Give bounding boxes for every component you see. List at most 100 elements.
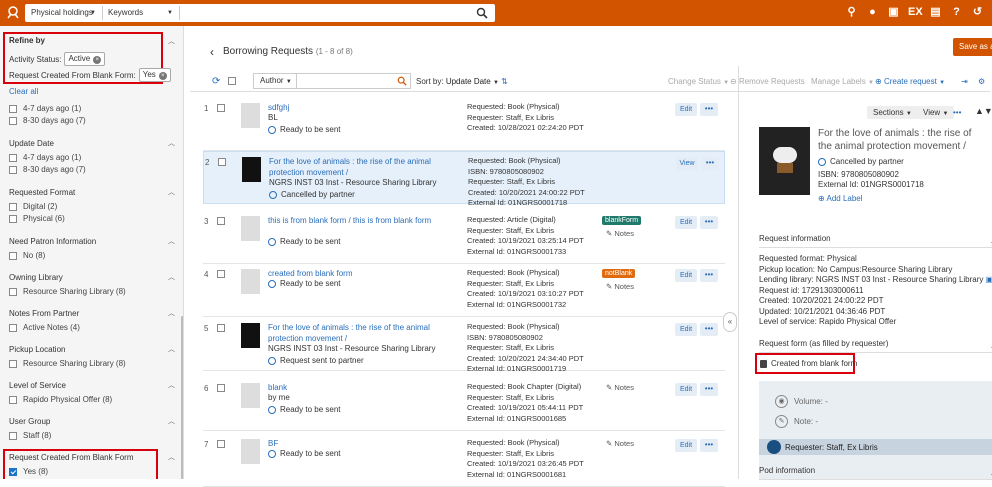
row-checkbox[interactable] — [217, 324, 225, 332]
row-title-link[interactable]: sdfghj — [268, 102, 458, 113]
row-checkbox[interactable] — [218, 158, 226, 166]
more-actions-icon[interactable]: ••• — [700, 216, 718, 229]
checkbox[interactable] — [9, 288, 17, 296]
notes-indicator[interactable]: ✎ Notes — [606, 383, 634, 392]
clear-all-link[interactable]: Clear all — [9, 87, 38, 96]
prev-next-icon[interactable]: ▲▼ — [975, 106, 992, 116]
view-dropdown[interactable]: View ▼ — [917, 106, 955, 119]
search-field-dropdown[interactable]: Keywords ▼ — [104, 6, 180, 20]
checkbox[interactable] — [9, 432, 17, 440]
help-icon[interactable]: ? — [950, 6, 963, 19]
facet-option[interactable]: No (8) — [9, 250, 177, 262]
collapse-chevron-icon[interactable]: ︿ — [168, 272, 175, 284]
facet-option[interactable]: Digital (2) — [9, 201, 177, 213]
facet-option[interactable]: Yes (8) — [9, 466, 177, 478]
more-actions-icon[interactable]: ••• — [700, 269, 718, 282]
more-actions-icon[interactable]: ••• — [700, 383, 718, 396]
checkbox-checked[interactable] — [9, 468, 17, 476]
row-title-link[interactable]: created from blank form — [268, 268, 458, 279]
facet-option[interactable]: Staff (8) — [9, 430, 177, 442]
add-label-link[interactable]: ⊕ Add Label — [818, 194, 863, 203]
checkbox[interactable] — [9, 396, 17, 404]
facet-option[interactable]: Resource Sharing Library (8) — [9, 358, 177, 370]
label-tag[interactable]: notBlank — [602, 269, 636, 278]
facet-option[interactable]: 4-7 days ago (1) — [9, 103, 177, 115]
library-card-icon[interactable]: ▣ — [986, 275, 992, 284]
collapse-chevron-icon[interactable]: ︿ — [168, 138, 175, 150]
location-icon[interactable]: ⚲ — [845, 6, 858, 19]
checkbox[interactable] — [9, 203, 17, 211]
facet-header[interactable]: Pickup Location ︿ — [9, 344, 177, 356]
facet-option[interactable]: Physical (6) — [9, 213, 177, 225]
checkbox[interactable] — [9, 215, 17, 223]
row-action-button[interactable]: View — [676, 157, 698, 170]
panel-splitter[interactable]: « — [723, 312, 737, 332]
book-icon[interactable]: ▤ — [929, 6, 942, 19]
row-title-link[interactable]: blank — [268, 382, 458, 393]
facet-header[interactable]: Requested Format ︿ — [9, 187, 177, 199]
notes-indicator[interactable]: ✎ Notes — [606, 282, 634, 291]
row-checkbox[interactable] — [217, 270, 225, 278]
remove-icon[interactable]: × — [158, 72, 167, 80]
more-actions-icon[interactable]: ••• — [701, 157, 719, 170]
facet-header[interactable]: Level of Service ︿ — [9, 380, 177, 392]
back-icon[interactable]: ‹ — [210, 45, 214, 59]
row-action-button[interactable]: Edit — [675, 383, 697, 396]
facet-option[interactable]: Active Notes (4) — [9, 322, 177, 334]
row-action-button[interactable]: Edit — [675, 439, 697, 452]
row-checkbox[interactable] — [217, 384, 225, 392]
table-row[interactable]: 7 BF Ready to be sent Requested: Book (Phys… — [203, 434, 725, 487]
row-title-link[interactable]: For the love of animals : the rise of th… — [269, 156, 459, 178]
facet-header[interactable]: Owning Library ︿ — [9, 272, 177, 284]
row-title-link[interactable]: BF — [268, 438, 458, 449]
table-row[interactable]: 2 For the love of animals : the rise of t… — [203, 151, 725, 207]
more-actions-icon[interactable]: ••• — [700, 323, 718, 336]
history-icon[interactable]: ↺ — [971, 6, 984, 19]
search-icon[interactable] — [397, 76, 407, 86]
row-title-link[interactable]: For the love of animals : the rise of th… — [268, 322, 458, 344]
facet-option[interactable]: 8-30 days ago (7) — [9, 115, 177, 127]
row-checkbox[interactable] — [217, 104, 225, 112]
table-row[interactable]: 1 sdfghj BL Ready to be sent Requested: Book… — [203, 98, 725, 151]
request-form-header[interactable]: Request form (as filled by requester)︿ — [759, 339, 992, 353]
collapse-chevron-icon[interactable]: ︿ — [168, 380, 175, 392]
checkbox[interactable] — [9, 360, 17, 368]
table-row[interactable]: 6 blank by me Ready to be sent Requested: Bo… — [203, 378, 725, 431]
remove-icon[interactable]: × — [93, 56, 102, 64]
checkbox[interactable] — [9, 252, 17, 260]
select-all-checkbox[interactable] — [228, 77, 236, 85]
facet-header[interactable]: Update Date ︿ — [9, 138, 177, 150]
save-as-button[interactable]: Save as a — [953, 38, 992, 56]
row-action-button[interactable]: Edit — [675, 216, 697, 229]
collapse-chevron-icon[interactable]: ︿ — [168, 187, 175, 199]
row-checkbox[interactable] — [217, 217, 225, 225]
pod-information-header[interactable]: Pod information︿ — [759, 466, 992, 480]
more-actions-icon[interactable]: ••• — [700, 103, 718, 116]
clipboard-icon[interactable]: ▣ — [887, 6, 900, 19]
alma-logo-icon[interactable] — [6, 5, 20, 19]
checkbox[interactable] — [9, 154, 17, 162]
row-title-link[interactable]: this is from blank form / this is from b… — [268, 215, 458, 226]
sort-direction-icon[interactable]: ⇅ — [501, 77, 508, 86]
more-icon[interactable]: ••• — [953, 108, 961, 117]
search-icon[interactable] — [476, 7, 488, 19]
collapse-chevron-icon[interactable]: ︿ — [168, 308, 175, 320]
table-row[interactable]: 3 this is from blank form / this is from … — [203, 211, 725, 264]
filter-chip-yes[interactable]: Yes × — [138, 68, 171, 82]
facet-option[interactable]: 8-30 days ago (7) — [9, 164, 177, 176]
label-tag[interactable]: blankForm — [602, 216, 642, 225]
facet-option[interactable]: Rapido Physical Offer (8) — [9, 394, 177, 406]
collapse-chevron-icon[interactable]: ︿ — [168, 452, 175, 464]
checkbox[interactable] — [9, 105, 17, 113]
checkbox[interactable] — [9, 117, 17, 125]
user-icon[interactable]: ● — [866, 6, 879, 19]
filter-chip-active[interactable]: Active × — [64, 52, 106, 66]
facet-header[interactable]: Notes From Partner ︿ — [9, 308, 177, 320]
collapse-chevron-icon[interactable]: ︿ — [168, 344, 175, 356]
checkbox[interactable] — [9, 324, 17, 332]
collapse-chevron-icon[interactable]: ︿ — [168, 416, 175, 428]
scrollbar[interactable] — [181, 316, 183, 479]
notes-indicator[interactable]: ✎ Notes — [606, 229, 634, 238]
facet-option[interactable]: Resource Sharing Library (8) — [9, 286, 177, 298]
refresh-icon[interactable]: ⟳ — [212, 76, 220, 87]
